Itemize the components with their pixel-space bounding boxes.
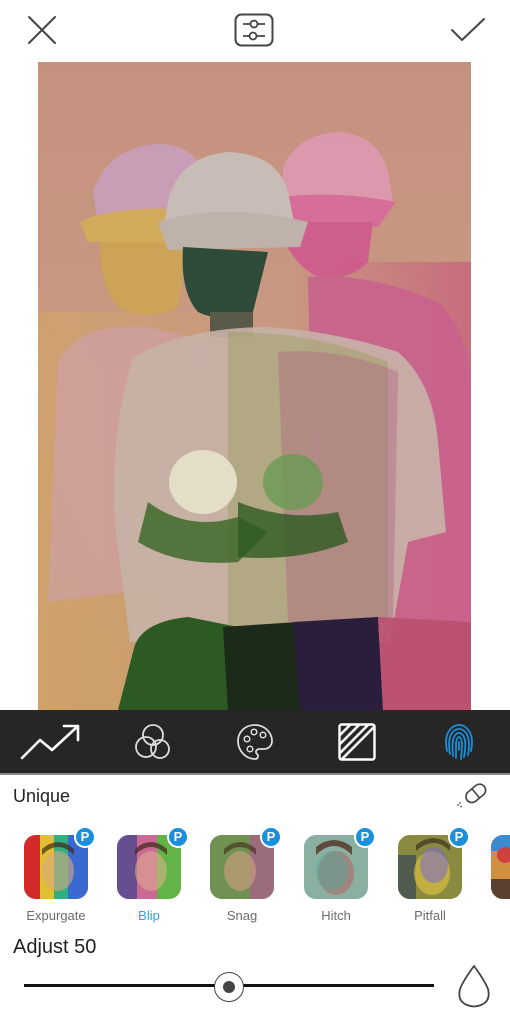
close-button[interactable] [22,10,62,50]
close-icon [28,16,56,44]
tool-blend[interactable] [102,710,204,773]
premium-badge: P [354,826,376,848]
effect-label: Pitfall [414,908,446,923]
photo-canvas[interactable] [38,62,471,710]
effects-strip[interactable]: P Expurgate P Blip P Snag P Hitch P Pitf… [0,826,510,926]
fingerprint-icon [445,723,473,760]
opacity-button[interactable] [455,963,493,1009]
eraser-icon [457,783,487,808]
effect-pitfall[interactable]: P Pitfall [390,826,470,926]
top-bar [0,0,510,60]
premium-badge: P [448,826,470,848]
effect-label: F [473,908,510,923]
effect-label: Expurgate [26,908,86,923]
effect-blip[interactable]: P Blip [109,826,189,926]
adjust-settings-button[interactable] [234,10,274,50]
tool-curves[interactable] [0,710,102,773]
trend-up-icon [20,724,80,759]
effect-partial[interactable]: F [483,826,510,926]
tool-mask[interactable] [306,710,408,773]
effect-hitch[interactable]: P Hitch [296,826,376,926]
tool-color[interactable] [204,710,306,773]
premium-badge: P [74,826,96,848]
checkmark-icon [451,18,485,41]
effect-expurgate[interactable]: P Expurgate [16,826,96,926]
adjust-label: Adjust 50 [13,936,97,958]
effect-thumbnail [491,835,510,899]
tool-bar [0,710,510,775]
stripes-icon [338,722,376,761]
eraser-button[interactable] [455,781,489,809]
premium-badge: P [167,826,189,848]
sliders-icon [234,13,274,47]
adjust-slider[interactable] [24,972,434,1002]
effect-snag[interactable]: P Snag [202,826,282,926]
drop-icon [458,965,490,1008]
effect-label: Blip [138,908,160,923]
slider-thumb[interactable] [214,972,244,1002]
apply-button[interactable] [448,10,488,50]
effect-label: Hitch [321,908,351,923]
tool-unique[interactable] [408,710,510,773]
premium-badge: P [260,826,282,848]
effect-label: Snag [226,908,258,923]
circles-icon [135,723,170,759]
category-label: Unique [13,786,71,806]
edited-photo [38,62,471,710]
palette-icon [237,723,273,760]
